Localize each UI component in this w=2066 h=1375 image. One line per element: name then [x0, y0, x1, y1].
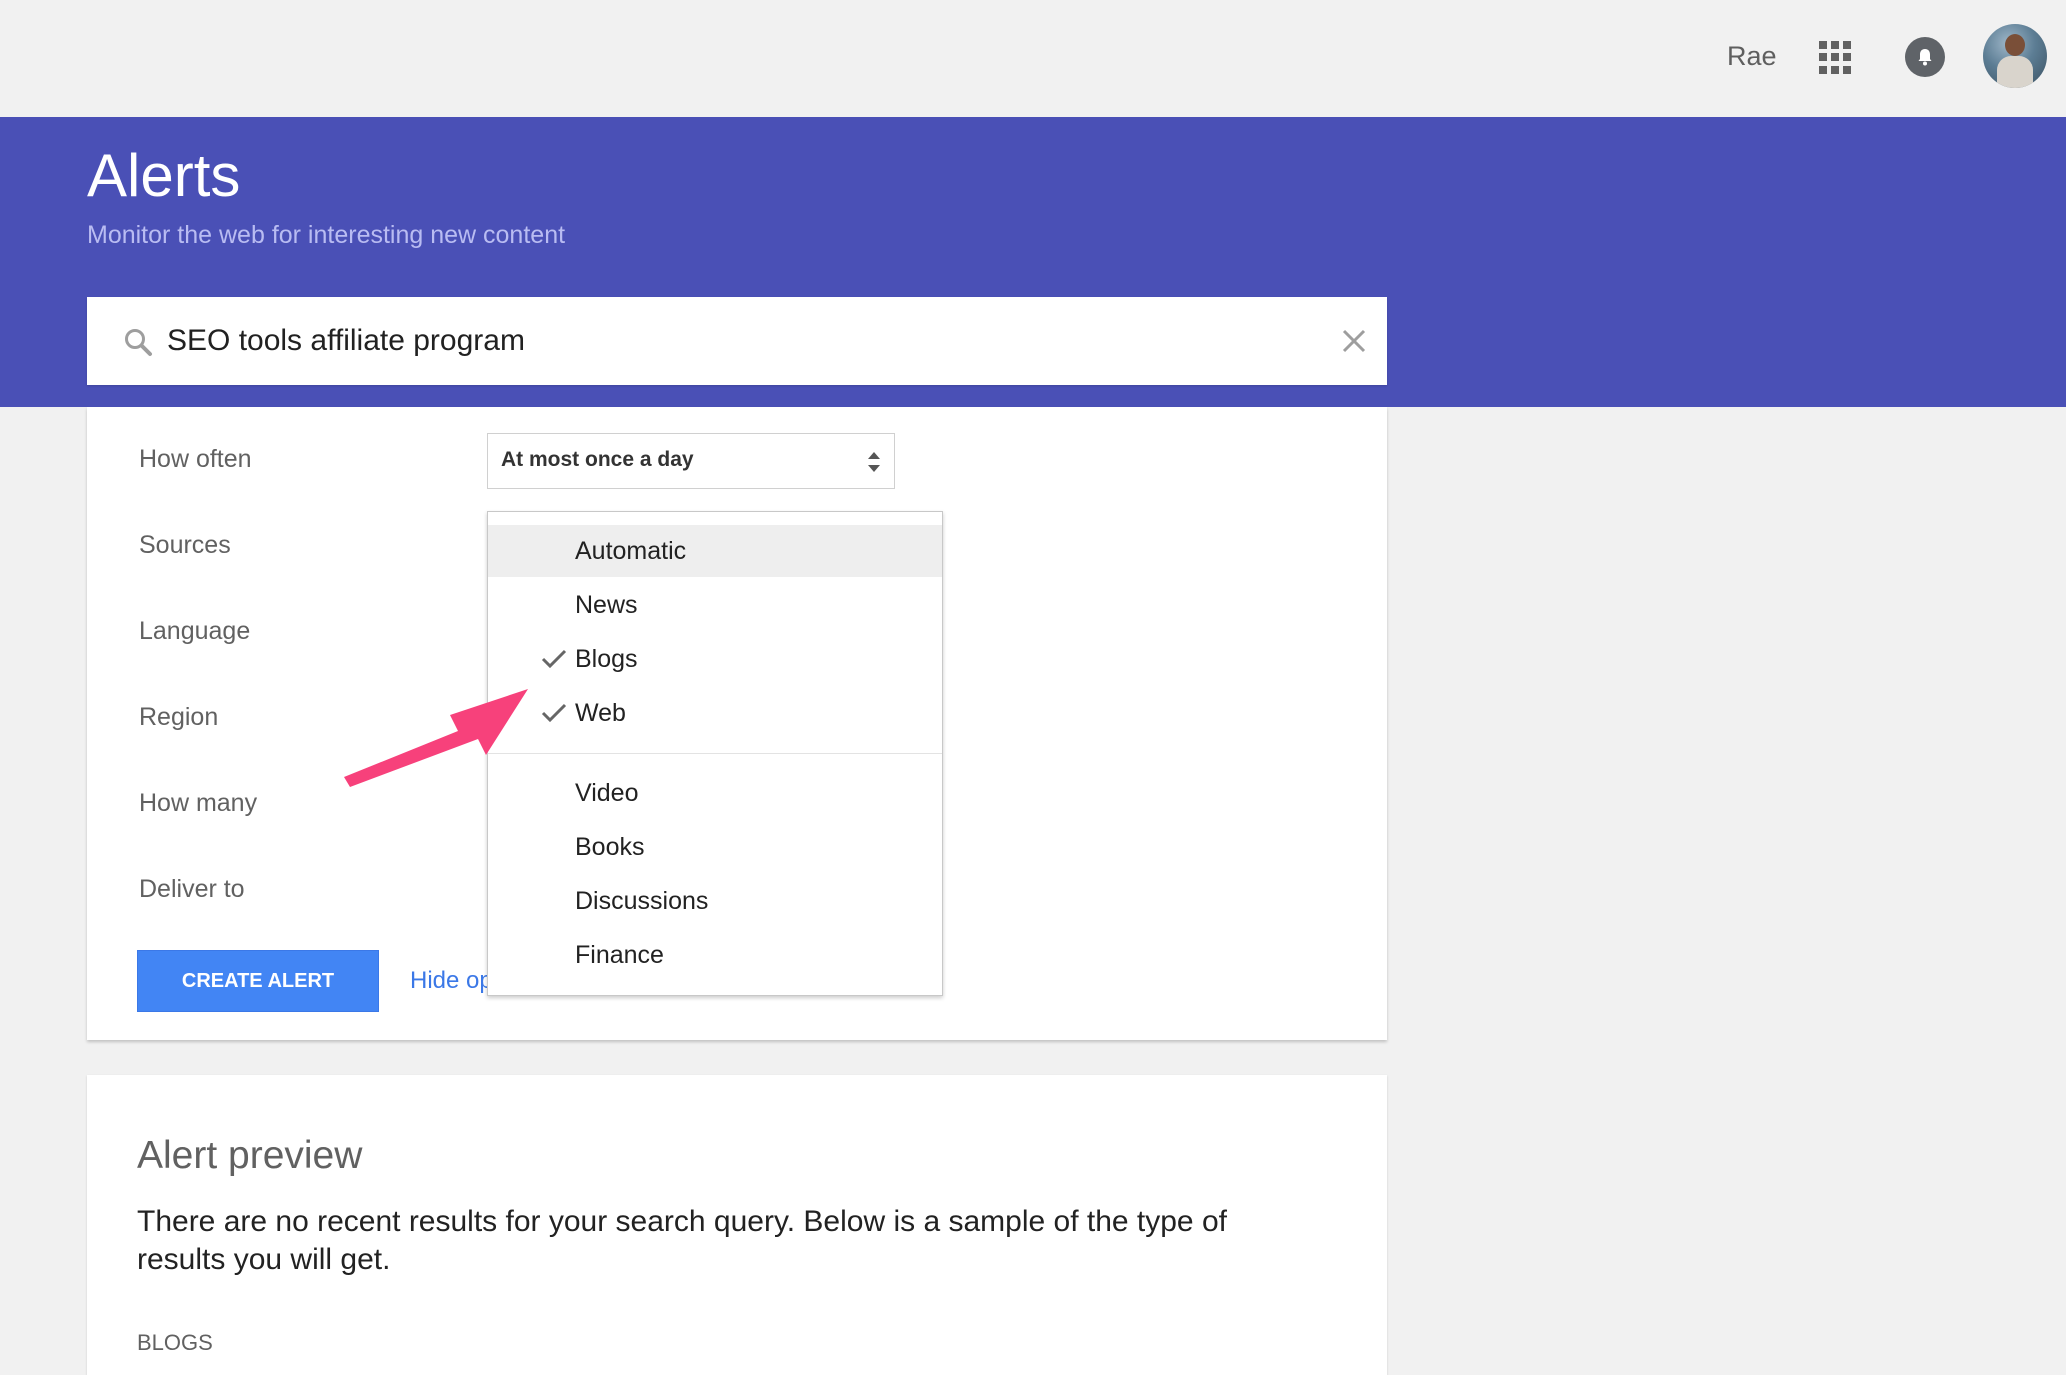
hide-options-link[interactable]: Hide op: [410, 965, 493, 997]
source-option-label: News: [575, 591, 638, 619]
annotation-arrow: [344, 689, 528, 787]
create-alert-button[interactable]: CREATE ALERT: [137, 950, 379, 1012]
user-name[interactable]: Rae: [1727, 38, 1777, 74]
source-option-blogs[interactable]: Blogs: [488, 633, 942, 685]
language-label: Language: [139, 617, 251, 645]
source-option-label: Blogs: [575, 645, 638, 673]
source-option-video[interactable]: Video: [488, 767, 942, 819]
deliver-to-label: Deliver to: [139, 875, 245, 903]
dropdown-divider: [488, 753, 942, 754]
source-option-discussions[interactable]: Discussions: [488, 875, 942, 927]
alert-preview-card: Alert preview There are no recent result…: [87, 1075, 1387, 1375]
header-banner: Alerts Monitor the web for interesting n…: [0, 117, 2066, 407]
source-option-web[interactable]: Web: [488, 687, 942, 739]
source-option-news[interactable]: News: [488, 579, 942, 631]
select-arrows-icon: [866, 449, 882, 480]
source-option-label: Web: [575, 699, 626, 727]
preview-title: Alert preview: [137, 1134, 363, 1177]
search-box: [87, 297, 1387, 385]
source-option-label: Books: [575, 833, 645, 861]
source-option-label: Video: [575, 779, 639, 807]
search-icon: [123, 327, 153, 362]
how-often-label: How often: [139, 445, 252, 473]
page-subtitle: Monitor the web for interesting new cont…: [87, 221, 566, 249]
apps-grid-icon[interactable]: [1819, 41, 1852, 74]
bell-icon[interactable]: [1905, 37, 1945, 77]
page-title: Alerts: [87, 142, 241, 209]
how-many-label: How many: [139, 789, 258, 817]
search-input[interactable]: [167, 313, 1287, 369]
source-option-automatic[interactable]: Automatic: [488, 525, 942, 577]
top-bar: Rae: [0, 0, 2066, 117]
sources-dropdown: Automatic News Blogs Web Video Books Dis…: [487, 511, 943, 996]
source-option-label: Discussions: [575, 887, 709, 915]
close-icon[interactable]: [1339, 326, 1369, 356]
preview-text: There are no recent results for your sea…: [137, 1205, 1227, 1276]
region-label: Region: [139, 703, 219, 731]
how-often-value: At most once a day: [501, 448, 694, 471]
preview-section-label: BLOGS: [137, 1330, 213, 1355]
source-option-finance[interactable]: Finance: [488, 929, 942, 981]
source-option-label: Automatic: [575, 537, 687, 565]
sources-label: Sources: [139, 531, 231, 559]
how-often-select[interactable]: At most once a day: [487, 433, 895, 489]
source-option-books[interactable]: Books: [488, 821, 942, 873]
source-option-label: Finance: [575, 941, 664, 969]
avatar[interactable]: [1983, 24, 2047, 88]
checkmark-icon: [540, 647, 568, 676]
